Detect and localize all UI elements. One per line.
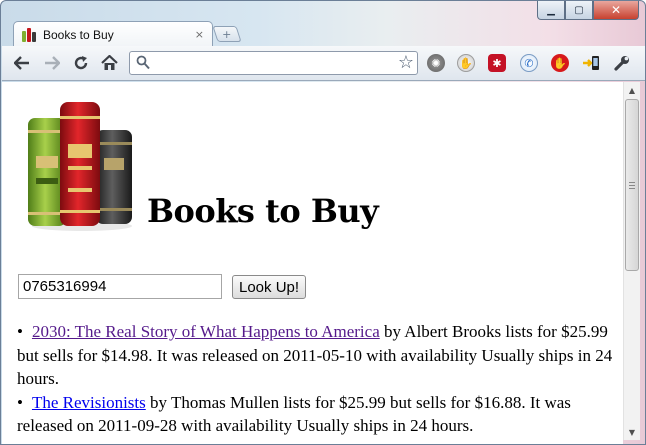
address-bar[interactable]: ☆ — [129, 51, 418, 75]
grip-icon — [629, 182, 635, 189]
wrench-icon[interactable] — [612, 54, 630, 72]
close-window-button[interactable]: ✕ — [593, 1, 639, 20]
minimize-button[interactable]: ▁ — [537, 1, 565, 20]
page-title: Books to Buy — [147, 192, 379, 230]
list-item: 2030: The Real Story of What Happens to … — [17, 320, 617, 391]
hand-extension-icon[interactable]: ✋ — [457, 54, 475, 72]
book-title-link[interactable]: 2030: The Real Story of What Happens to … — [32, 322, 380, 341]
window-controls: ▁ ▢ ✕ — [537, 1, 639, 20]
browser-toolbar: ☆ ✺ ✋ ✱ ✆ ✋ — [2, 46, 645, 81]
tab-books-to-buy[interactable]: Books to Buy × — [13, 21, 213, 47]
reload-icon[interactable] — [71, 53, 91, 73]
browser-window: ▁ ▢ ✕ Books to Buy × + ☆ ✺ ✋ ✱ ✆ ✋ Books… — [0, 0, 646, 445]
maximize-button[interactable]: ▢ — [565, 1, 593, 20]
device-extension-icon[interactable] — [582, 54, 600, 72]
book-title-link[interactable]: The Revisionists — [32, 393, 146, 412]
look-up-button[interactable]: Look Up! — [232, 275, 307, 299]
page-viewport: Books to Buy Look Up! 2030: The Real Sto… — [2, 82, 623, 444]
scroll-down-arrow-icon[interactable]: ▼ — [624, 424, 640, 440]
results-list: 2030: The Real Story of What Happens to … — [17, 320, 617, 438]
tab-close-icon[interactable]: × — [195, 28, 204, 41]
new-tab-button[interactable]: + — [212, 26, 242, 42]
list-item: The Revisionists by Thomas Mullen lists … — [17, 391, 617, 438]
back-icon[interactable] — [12, 53, 32, 73]
gear-extension-icon[interactable]: ✺ — [427, 54, 445, 72]
plus-icon: + — [222, 27, 232, 41]
home-icon[interactable] — [99, 53, 119, 73]
stop-extension-icon[interactable]: ✋ — [551, 54, 569, 72]
isbn-input[interactable] — [18, 274, 222, 299]
page-header: Books to Buy — [26, 100, 379, 232]
phone-extension-icon[interactable]: ✆ — [520, 54, 538, 72]
lastpass-extension-icon[interactable]: ✱ — [488, 54, 506, 72]
search-icon — [136, 55, 150, 74]
forward-icon[interactable] — [42, 53, 62, 73]
tab-strip: ▁ ▢ ✕ Books to Buy × + — [1, 1, 645, 47]
vertical-scrollbar[interactable]: ▲ ▼ — [623, 82, 640, 440]
books-favicon-icon — [22, 27, 36, 42]
books-logo-icon — [26, 100, 138, 232]
bookmark-star-icon[interactable]: ☆ — [398, 52, 414, 74]
tab-title: Books to Buy — [43, 27, 114, 42]
scrollbar-thumb[interactable] — [625, 99, 639, 271]
scroll-up-arrow-icon[interactable]: ▲ — [624, 82, 640, 98]
